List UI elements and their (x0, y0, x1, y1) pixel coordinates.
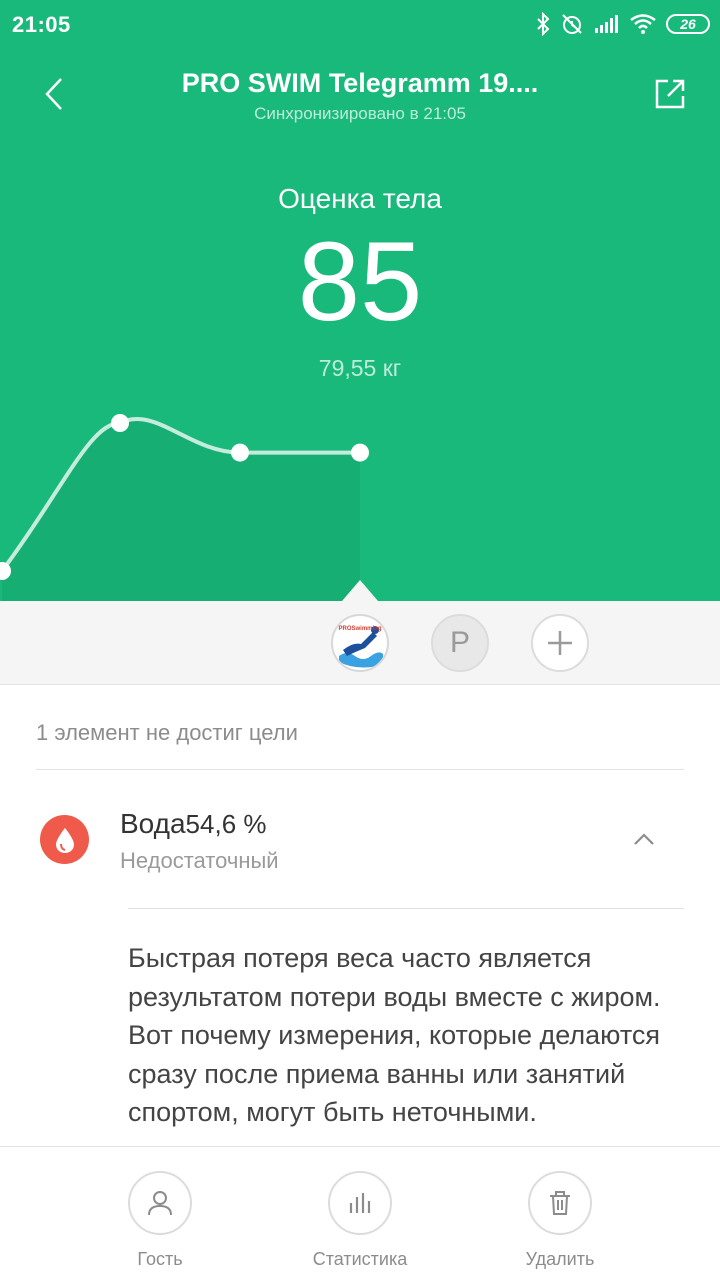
metric-unit: % (243, 809, 267, 839)
share-icon (655, 79, 685, 109)
metric-name: Вода (120, 808, 186, 839)
person-icon (148, 1191, 172, 1216)
share-button[interactable] (646, 70, 694, 118)
metric-description: Быстрая потеря веса часто является резул… (128, 943, 661, 1127)
guest-button[interactable]: Гость (90, 1171, 230, 1270)
sync-status: Синхронизировано в 21:05 (254, 104, 466, 123)
plus-icon (548, 631, 572, 655)
guest-label: Гость (137, 1249, 183, 1269)
status-time: 21:05 (12, 12, 71, 37)
chart-point-3[interactable] (231, 443, 249, 462)
weight-value: 79,55 кг (318, 355, 402, 381)
statistics-label: Статистика (312, 1249, 408, 1269)
chart-point-4[interactable] (351, 443, 369, 462)
statistics-button[interactable]: Статистика (290, 1171, 430, 1270)
user-switcher: PROSwimming P (0, 601, 720, 685)
active-user-pointer (342, 580, 378, 601)
statistics-circle (328, 1171, 392, 1235)
divider (36, 769, 684, 770)
delete-label: Удалить (525, 1249, 595, 1269)
status-icons: 26 (536, 12, 710, 36)
swimmer-avatar-icon: PROSwimming (334, 617, 386, 669)
delete-button[interactable]: Удалить (490, 1171, 630, 1270)
back-button[interactable] (30, 70, 78, 118)
metric-status: Недостаточный (120, 848, 279, 873)
goal-summary: 1 элемент не достиг цели (36, 720, 298, 745)
signal-icon (595, 15, 618, 33)
battery-level: 26 (680, 16, 696, 32)
chevron-left-icon (45, 78, 62, 110)
status-bar: 21:05 26 (0, 0, 720, 50)
battery-icon: 26 (666, 14, 710, 34)
metric-value: 54,6 (185, 809, 237, 839)
add-user-button[interactable] (531, 614, 589, 672)
avatar-logo-text: PROSwimming (338, 626, 381, 632)
user-guest-p[interactable]: P (431, 614, 489, 672)
alarm-off-icon (562, 14, 582, 34)
score-trend-chart[interactable] (0, 380, 720, 601)
score-label: Оценка тела (278, 183, 442, 214)
user-avatar-proswim[interactable]: PROSwimming (331, 614, 389, 672)
metric-water[interactable]: Вода54,6 % (120, 808, 267, 840)
delete-circle (528, 1171, 592, 1235)
bar-chart-icon (349, 1193, 371, 1213)
chevron-up-icon (634, 833, 654, 845)
collapse-button[interactable] (624, 823, 664, 855)
chart-area (2, 418, 360, 601)
wifi-icon (630, 14, 656, 34)
page-title: PRO SWIM Telegramm 19.... (181, 68, 539, 98)
guest-circle (128, 1171, 192, 1235)
score-value: 85 (297, 219, 423, 344)
divider (128, 908, 684, 909)
chart-point-2[interactable] (111, 414, 129, 432)
trash-icon (550, 1191, 570, 1215)
water-drop-icon (40, 815, 89, 864)
summary-header: 21:05 26 PRO SWIM Telegramm 19.... Синхр… (0, 0, 720, 601)
bluetooth-icon (537, 12, 550, 36)
bottom-action-bar: Гость Статистика Удалить (0, 1146, 720, 1280)
